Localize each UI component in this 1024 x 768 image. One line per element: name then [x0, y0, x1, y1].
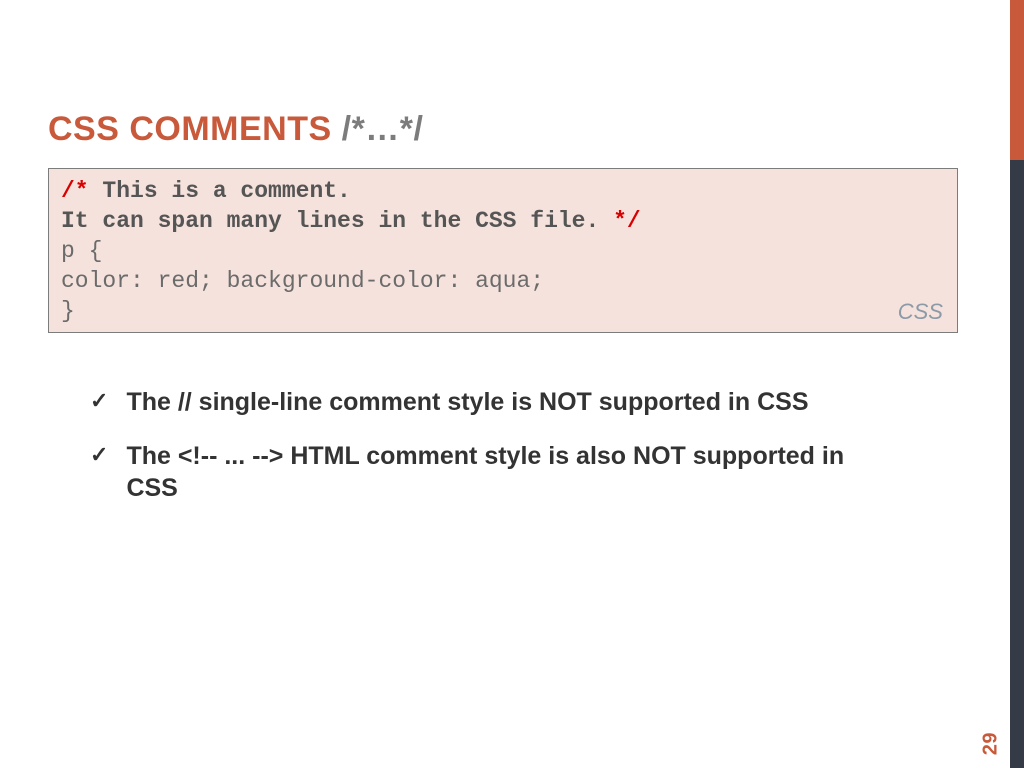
title-suffix: /*…*/: [342, 110, 424, 148]
code-line-5: }: [61, 297, 945, 327]
comment-close-delim: */: [613, 208, 641, 234]
code-language-label: CSS: [898, 298, 943, 327]
list-item: ✓ The <!-- ... --> HTML comment style is…: [90, 440, 900, 504]
page-number: 29: [979, 732, 1002, 755]
checkmark-icon: ✓: [90, 440, 108, 471]
code-line-1: /* This is a comment.: [61, 177, 945, 207]
bullet-list: ✓ The // single-line comment style is NO…: [90, 386, 900, 526]
slide: CSS COMMENTS /*…*/ /* This is a comment.…: [0, 0, 1024, 768]
sidebar-accent-bottom: [1010, 160, 1024, 768]
bullet-text: The // single-line comment style is NOT …: [126, 386, 900, 418]
comment-open-delim: /*: [61, 178, 89, 204]
list-item: ✓ The // single-line comment style is NO…: [90, 386, 900, 418]
sidebar-accent-top: [1010, 0, 1024, 160]
checkmark-icon: ✓: [90, 386, 108, 417]
code-line-3: p {: [61, 237, 945, 267]
code-line-2: It can span many lines in the CSS file. …: [61, 207, 945, 237]
code-line-4: color: red; background-color: aqua;: [61, 267, 945, 297]
comment-text-1: This is a comment.: [89, 178, 351, 204]
slide-title: CSS COMMENTS /*…*/: [48, 110, 423, 149]
title-main: CSS COMMENTS: [48, 110, 342, 148]
comment-text-2: It can span many lines in the CSS file.: [61, 208, 613, 234]
bullet-text: The <!-- ... --> HTML comment style is a…: [126, 440, 900, 504]
code-box: /* This is a comment. It can span many l…: [48, 168, 958, 333]
